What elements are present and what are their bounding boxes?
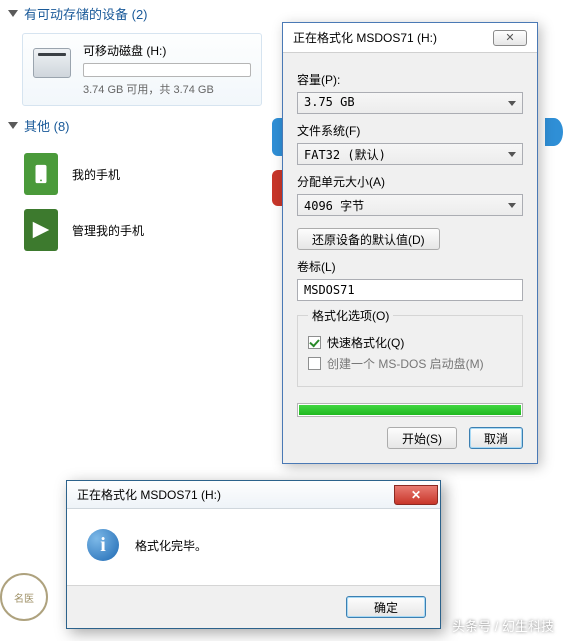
restore-defaults-button[interactable]: 还原设备的默认值(D) — [297, 228, 440, 250]
drive-icon — [33, 48, 71, 78]
drive-name: 可移动磁盘 (H:) — [83, 42, 251, 59]
filesystem-label: 文件系统(F) — [297, 122, 523, 139]
ok-button[interactable]: 确定 — [346, 596, 426, 618]
phone-item-label: 我的手机 — [72, 166, 120, 183]
capacity-text: 3.74 GB 可用，共 3.74 GB — [83, 81, 251, 97]
watermark-text: 头条号 / 幻生科技 — [452, 616, 554, 635]
phone-icon — [24, 153, 58, 195]
background-app-icon — [545, 118, 563, 146]
section-other-title: 其他 (8) — [24, 116, 70, 135]
quick-format-checkbox[interactable] — [308, 336, 321, 349]
section-removable-title: 有可动存储的设备 (2) — [24, 4, 148, 23]
format-options-legend: 格式化选项(O) — [308, 307, 393, 324]
message-titlebar[interactable]: 正在格式化 MSDOS71 (H:) ✕ — [67, 481, 440, 509]
chevron-down-icon — [8, 122, 18, 129]
capacity-bar — [83, 63, 251, 77]
info-icon: i — [87, 529, 119, 561]
quick-format-label: 快速格式化(Q) — [327, 334, 404, 351]
msdos-boot-checkbox[interactable] — [308, 357, 321, 370]
message-text: 格式化完毕。 — [135, 537, 207, 554]
stamp-watermark: 名医 — [0, 573, 48, 621]
volume-label: 卷标(L) — [297, 258, 523, 275]
message-title: 正在格式化 MSDOS71 (H:) — [77, 486, 221, 503]
phone-item-label: 管理我的手机 — [72, 222, 144, 239]
drive-card[interactable]: 可移动磁盘 (H:) 3.74 GB 可用，共 3.74 GB — [22, 33, 262, 106]
close-button[interactable]: ✕ — [493, 30, 527, 46]
cancel-button[interactable]: 取消 — [469, 427, 523, 449]
format-options-group: 格式化选项(O) 快速格式化(Q) 创建一个 MS-DOS 启动盘(M) — [297, 307, 523, 387]
close-button[interactable]: ✕ — [394, 485, 438, 505]
volume-input[interactable] — [297, 279, 523, 301]
allocation-label: 分配单元大小(A) — [297, 173, 523, 190]
capacity-select[interactable]: 3.75 GB — [297, 92, 523, 114]
chevron-down-icon — [8, 10, 18, 17]
msdos-boot-row[interactable]: 创建一个 MS-DOS 启动盘(M) — [308, 355, 512, 372]
format-dialog: 正在格式化 MSDOS71 (H:) ✕ 容量(P): 3.75 GB 文件系统… — [282, 22, 538, 464]
start-button[interactable]: 开始(S) — [387, 427, 457, 449]
message-dialog: 正在格式化 MSDOS71 (H:) ✕ i 格式化完毕。 确定 — [66, 480, 441, 629]
phone-manage-icon — [24, 209, 58, 251]
quick-format-row[interactable]: 快速格式化(Q) — [308, 334, 512, 351]
dialog-title: 正在格式化 MSDOS71 (H:) — [293, 29, 437, 46]
allocation-select[interactable]: 4096 字节 — [297, 194, 523, 216]
filesystem-select[interactable]: FAT32 (默认) — [297, 143, 523, 165]
progress-fill — [299, 405, 521, 415]
capacity-label: 容量(P): — [297, 71, 523, 88]
progress-bar — [297, 403, 523, 417]
msdos-boot-label: 创建一个 MS-DOS 启动盘(M) — [327, 355, 484, 372]
dialog-titlebar[interactable]: 正在格式化 MSDOS71 (H:) ✕ — [283, 23, 537, 53]
